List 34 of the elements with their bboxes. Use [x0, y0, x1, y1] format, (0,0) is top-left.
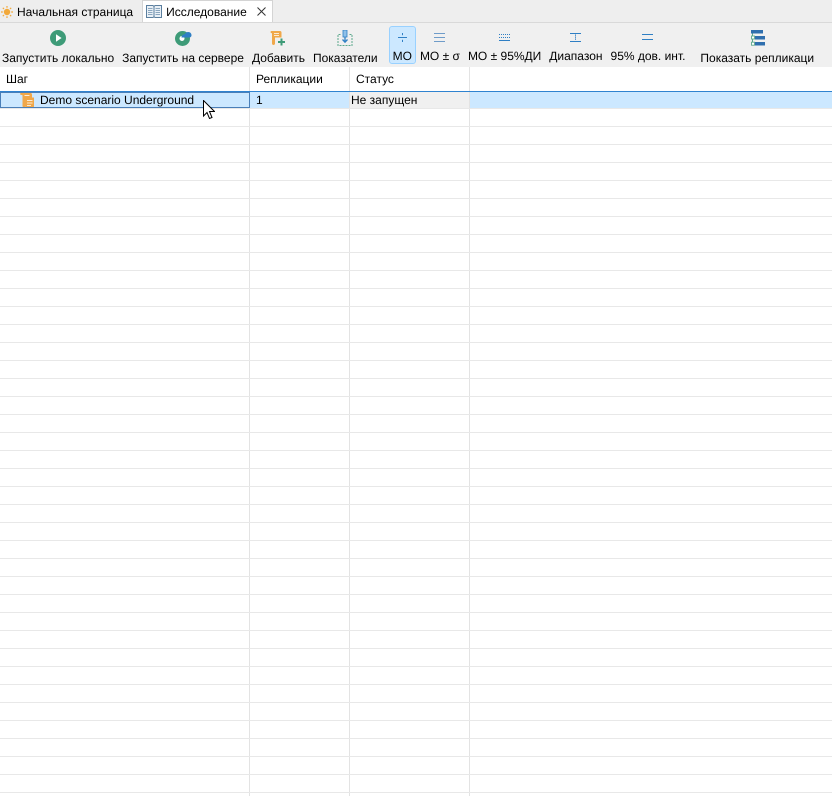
table-cell: Demo scenario Underground	[40, 92, 194, 108]
toolbar-button[interactable]: Добавить	[248, 26, 309, 64]
divide-icon	[398, 32, 407, 42]
book-icon	[146, 5, 162, 18]
tab[interactable]: Начальная страница	[0, 0, 140, 22]
table-row[interactable]: Demo scenario Underground 1 Не запущен	[0, 91, 832, 109]
play-icon	[50, 30, 66, 46]
scroll-plus-icon	[270, 30, 286, 46]
toggle-button[interactable]: МО ± σ	[416, 26, 464, 64]
three-lines-icon	[434, 32, 446, 42]
column-header[interactable]: Репликации	[256, 70, 323, 88]
range-bar-icon	[570, 32, 582, 42]
column-header[interactable]: Шаг	[6, 70, 28, 88]
table-cell: Не запущен	[351, 92, 418, 108]
toggle-button[interactable]: Диапазон	[545, 26, 607, 64]
column-header[interactable]: Статус	[356, 70, 394, 88]
tree-icon	[749, 30, 766, 46]
cloud-circle-icon	[174, 30, 192, 46]
toolbar-button[interactable]: Показать репликаци	[696, 26, 818, 64]
two-lines-icon	[642, 34, 654, 40]
scroll-icon	[19, 92, 35, 108]
toolbar-button[interactable]: Запустить на сервере	[118, 26, 248, 64]
toggle-button[interactable]: МО	[388, 26, 416, 64]
dotted-lines-icon	[499, 34, 510, 40]
table-cell: 1	[256, 92, 263, 108]
toolbar-button[interactable]: Показатели	[308, 26, 382, 64]
toggle-button[interactable]: 95% дов. инт.	[606, 26, 690, 64]
close-icon[interactable]	[256, 7, 266, 16]
toggle-button[interactable]: МО ± 95%ДИ	[464, 26, 546, 64]
mouse-pointer-icon	[203, 100, 215, 119]
box-arrow-icon	[337, 30, 354, 46]
tab[interactable]: Исследование	[142, 0, 273, 22]
toolbar-button[interactable]: Запустить локально	[0, 26, 118, 64]
sun-icon	[1, 6, 13, 18]
